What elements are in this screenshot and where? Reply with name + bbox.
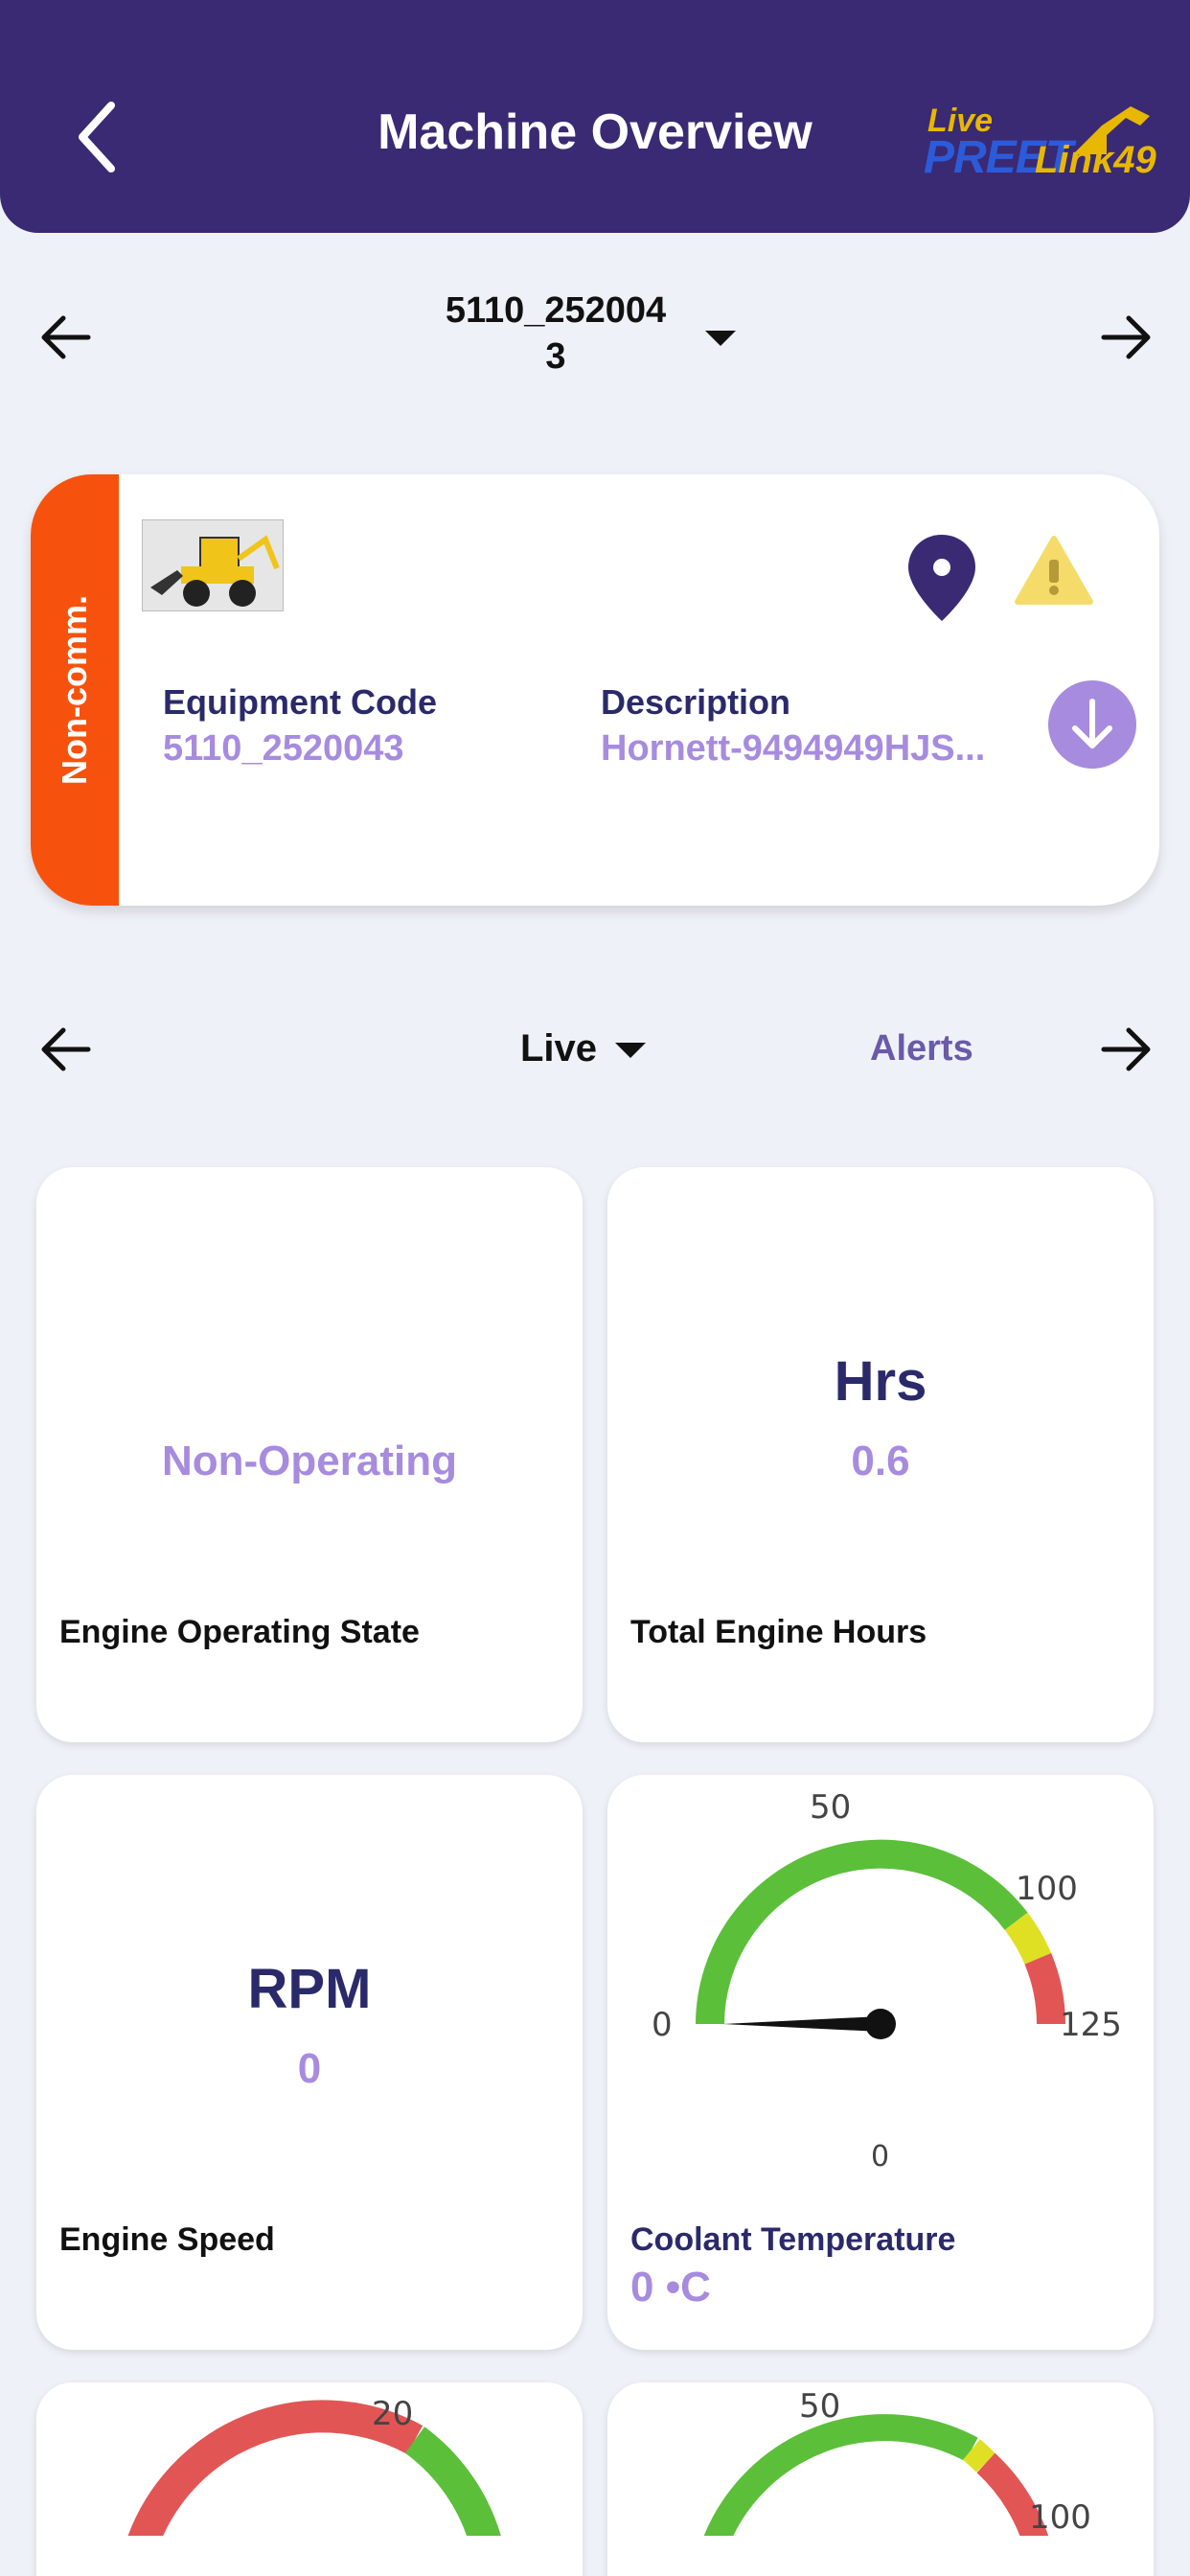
engine-state-value: Non-Operating bbox=[162, 1438, 457, 1484]
tab-live[interactable]: Live bbox=[520, 1027, 597, 1070]
engine-hours-tile: Hrs 0.6 Total Engine Hours bbox=[607, 1167, 1154, 1742]
location-pin-icon[interactable] bbox=[906, 533, 977, 623]
gauge-green-band bbox=[703, 2414, 978, 2536]
gauge-max-label: 125 bbox=[1060, 2006, 1122, 2044]
gauge-red-band bbox=[127, 2400, 423, 2536]
bottom-left-gauge-tile: 20 bbox=[36, 2382, 583, 2576]
engine-state-label: Engine Operating State bbox=[59, 1614, 420, 1650]
gauge-needle bbox=[722, 2016, 881, 2032]
gauge-tick-20: 20 bbox=[372, 2395, 413, 2433]
machine-image bbox=[142, 519, 284, 611]
gauge-red-band bbox=[1024, 1953, 1065, 2025]
gauge-green-band bbox=[696, 1839, 1028, 2025]
engine-hours-unit: Hrs bbox=[834, 1350, 927, 1413]
gauge-yellow-band bbox=[962, 2439, 996, 2472]
engine-hours-value: 0.6 bbox=[851, 1438, 910, 1484]
gauge-yellow-band bbox=[1004, 1912, 1052, 1965]
machine-dropdown-caret-icon[interactable] bbox=[705, 331, 736, 346]
bottom-left-gauge: 20 bbox=[127, 2395, 501, 2536]
previous-machine-arrow-icon[interactable] bbox=[38, 309, 96, 366]
gauge-hub bbox=[865, 2009, 896, 2039]
excavator-icon bbox=[1073, 106, 1150, 154]
gauge-readout: 0 bbox=[871, 2140, 889, 2174]
equipment-code-label: Equipment Code bbox=[163, 682, 437, 722]
gauge-tick-100: 100 bbox=[1016, 1870, 1078, 1908]
coolant-label: Coolant Temperature bbox=[630, 2221, 956, 2258]
coolant-gauge: 50 100 0 125 0 bbox=[652, 1788, 1122, 2174]
engine-speed-unit: RPM bbox=[247, 1958, 372, 2020]
engine-speed-value: 0 bbox=[297, 2045, 322, 2092]
gauge-tick-50: 50 bbox=[799, 2387, 840, 2426]
coolant-value: 0 •C bbox=[630, 2264, 711, 2311]
download-arrow-icon bbox=[1072, 699, 1112, 748]
gauge-min-label: 0 bbox=[652, 2006, 673, 2044]
equipment-code-value: 5110_2520043 bbox=[163, 728, 404, 769]
next-machine-arrow-icon[interactable] bbox=[1096, 309, 1154, 366]
live-dropdown-caret-icon[interactable] bbox=[615, 1043, 646, 1058]
machine-id-line1: 5110_252004 bbox=[445, 290, 667, 331]
engine-speed-tile: RPM 0 Engine Speed bbox=[36, 1775, 583, 2350]
warning-icon[interactable] bbox=[1014, 535, 1094, 608]
gauge-green-band bbox=[404, 2426, 501, 2536]
brand-logo: Live PREET Link49 bbox=[920, 91, 1164, 196]
description-value: Hornett-9494949HJS... bbox=[601, 728, 986, 769]
next-tab-arrow-icon[interactable] bbox=[1096, 1021, 1154, 1078]
machine-id-line2: 3 bbox=[545, 336, 566, 377]
coolant-temperature-tile: 50 100 0 125 0 Coolant Temperature 0 •C bbox=[607, 1775, 1154, 2350]
previous-tab-arrow-icon[interactable] bbox=[38, 1021, 96, 1078]
tab-alerts[interactable]: Alerts bbox=[870, 1028, 973, 1070]
engine-state-tile: Non-Operating Engine Operating State bbox=[36, 1167, 583, 1742]
gauge-tick-100: 100 bbox=[1029, 2498, 1091, 2536]
machine-selector[interactable]: 5110_252004 3 bbox=[412, 288, 699, 380]
engine-hours-label: Total Engine Hours bbox=[630, 1614, 927, 1650]
download-button[interactable] bbox=[1048, 680, 1136, 769]
bottom-right-gauge: 50 100 bbox=[703, 2387, 1091, 2536]
description-label: Description bbox=[601, 682, 791, 722]
app-header: Machine Overview Live PREET Link49 bbox=[0, 0, 1190, 233]
engine-speed-label: Engine Speed bbox=[59, 2221, 275, 2258]
bottom-right-gauge-tile: 50 100 bbox=[607, 2382, 1154, 2576]
gauge-tick-50: 50 bbox=[810, 1788, 851, 1827]
status-strip: Non-comm. bbox=[31, 474, 119, 906]
status-label: Non-comm. bbox=[55, 595, 94, 785]
